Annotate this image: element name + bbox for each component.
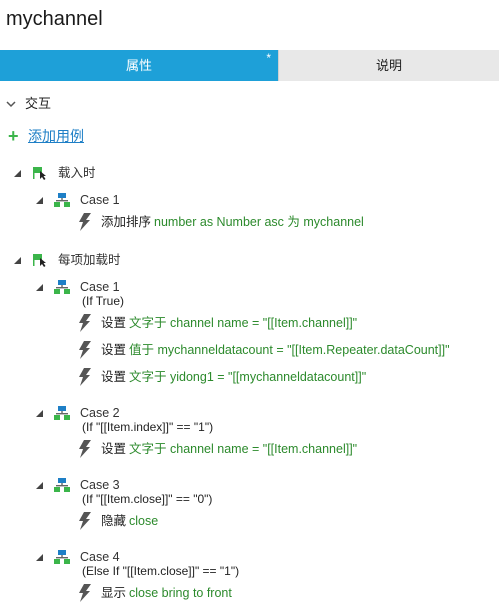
action-verb: 显示 xyxy=(101,586,127,600)
chevron-down-icon xyxy=(6,101,16,108)
case-row[interactable]: Case 1 xyxy=(35,190,120,210)
case-branch-icon xyxy=(54,406,70,420)
tab-properties-label: 属性 xyxy=(125,58,152,73)
lightning-icon xyxy=(79,213,91,231)
action-detail: number as Number asc 为 mychannel xyxy=(154,215,364,229)
expand-triangle-icon[interactable] xyxy=(35,196,44,205)
lightning-icon xyxy=(79,512,91,530)
action-verb: 设置 xyxy=(101,316,127,330)
lightning-icon xyxy=(79,341,91,359)
case-condition: (If True) xyxy=(82,294,125,308)
expand-triangle-icon[interactable] xyxy=(35,409,44,418)
action-verb: 隐藏 xyxy=(101,514,127,528)
tab-properties[interactable]: 属性 * xyxy=(0,50,278,81)
lightning-icon xyxy=(79,368,91,386)
action-row[interactable]: 设置 文字于 yidong1 = "[[mychanneldatacount]]" xyxy=(78,367,366,387)
add-case-button[interactable]: + 添加用例 xyxy=(8,127,84,145)
event-row[interactable]: 载入时 xyxy=(13,163,96,183)
event-flag-icon xyxy=(33,167,46,180)
case-condition: (If "[[Item.index]]" == "1") xyxy=(82,420,214,434)
action-verb: 设置 xyxy=(101,343,127,357)
case-branch-icon xyxy=(54,193,70,207)
event-label: 载入时 xyxy=(58,166,96,180)
action-row[interactable]: 添加排序 number as Number asc 为 mychannel xyxy=(78,212,364,232)
action-row[interactable]: 隐藏 close xyxy=(78,511,158,531)
action-detail: 文字于 yidong1 = "[[mychanneldatacount]]" xyxy=(129,370,367,384)
action-detail: 文字于 channel name = "[[Item.channel]]" xyxy=(129,316,358,330)
expand-triangle-icon[interactable] xyxy=(35,283,44,292)
lightning-icon xyxy=(79,314,91,332)
section-label: 交互 xyxy=(25,96,52,111)
event-label: 每项加载时 xyxy=(58,253,121,267)
action-row[interactable]: 设置 文字于 channel name = "[[Item.channel]]" xyxy=(78,439,357,459)
case-condition: (If "[[Item.close]]" == "0") xyxy=(82,492,213,506)
expand-triangle-icon[interactable] xyxy=(35,553,44,562)
action-row[interactable]: 显示 close bring to front xyxy=(78,583,232,603)
expand-triangle-icon[interactable] xyxy=(13,256,22,265)
action-detail: close bring to front xyxy=(129,586,232,600)
event-row[interactable]: 每项加载时 xyxy=(13,250,121,270)
case-branch-icon xyxy=(54,478,70,492)
action-row[interactable]: 设置 值于 mychanneldatacount = "[[Item.Repeat… xyxy=(78,340,450,360)
interactions-section-header[interactable]: 交互 xyxy=(6,94,51,114)
expand-triangle-icon[interactable] xyxy=(35,481,44,490)
event-flag-icon xyxy=(33,254,46,267)
action-detail: 值于 mychanneldatacount = "[[Item.Repeater… xyxy=(129,343,450,357)
action-detail: close xyxy=(129,514,159,528)
tab-notes-label: 说明 xyxy=(375,58,402,73)
action-verb: 设置 xyxy=(101,370,127,384)
case-label: Case 1 xyxy=(80,193,120,207)
case-branch-icon xyxy=(54,550,70,564)
case-branch-icon xyxy=(54,280,70,294)
action-verb: 添加排序 xyxy=(101,215,152,229)
modified-marker: * xyxy=(266,51,271,65)
action-detail: 文字于 channel name = "[[Item.channel]]" xyxy=(129,442,358,456)
add-case-label: 添加用例 xyxy=(28,128,84,144)
widget-name-title: mychannel xyxy=(6,8,103,30)
tab-notes[interactable]: 说明 xyxy=(278,50,499,81)
lightning-icon xyxy=(79,440,91,458)
plus-icon: + xyxy=(8,126,19,146)
action-row[interactable]: 设置 文字于 channel name = "[[Item.channel]]" xyxy=(78,313,357,333)
lightning-icon xyxy=(79,584,91,602)
action-verb: 设置 xyxy=(101,442,127,456)
panel-tabs: 属性 * 说明 xyxy=(0,50,499,81)
expand-triangle-icon[interactable] xyxy=(13,169,22,178)
